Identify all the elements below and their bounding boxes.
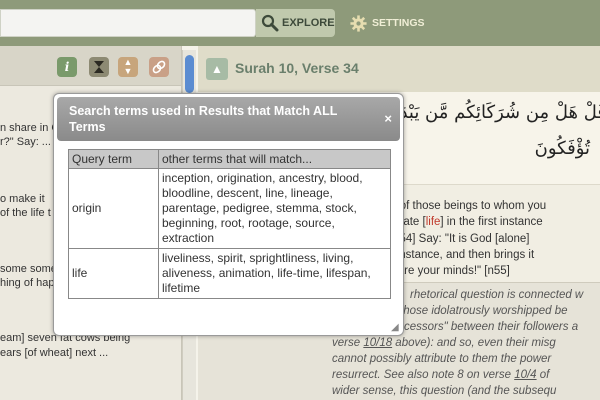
scrollbar-thumb[interactable]: [185, 55, 194, 93]
note-line: wider sense, this question (and the subs…: [332, 385, 557, 397]
result-text: r?" Say: ...: [0, 136, 51, 148]
result-text: n share in G: [0, 122, 60, 134]
query-term-cell: life: [68, 248, 159, 299]
matching-terms-cell: inception, origination, ancestry, blood,…: [158, 168, 391, 249]
table-row: life liveliness, spirit, sprightliness, …: [68, 248, 391, 299]
column-header: Query term: [68, 149, 159, 169]
info-icon[interactable]: i: [57, 57, 77, 77]
search-terms-dialog: Search terms used in Results that Match …: [53, 93, 404, 336]
dialog-header[interactable]: Search terms used in Results that Match …: [57, 97, 400, 141]
table-row: origin inception, origination, ancestry,…: [68, 168, 391, 249]
note-line: those idolatrously worshipped be: [400, 305, 568, 317]
result-text: of the life t: [0, 207, 51, 219]
settings-label: SETTINGS: [372, 17, 425, 29]
matching-terms-cell: liveliness, spirit, sprightliness, livin…: [158, 248, 391, 299]
dialog-title: Search terms used in Results that Match …: [69, 104, 338, 134]
note-line: verse 10/18 above): and so, even their m…: [332, 337, 556, 349]
note-line: cannot possibly attribute to them the po…: [332, 353, 552, 365]
result-text: ears [of wheat] next ...: [0, 347, 109, 359]
link-icon[interactable]: [149, 57, 169, 77]
search-input[interactable]: [0, 9, 256, 37]
query-term-cell: origin: [68, 168, 159, 249]
settings-button[interactable]: SETTINGS: [350, 13, 425, 33]
note-line: cessors" between their followers a: [404, 321, 579, 333]
previous-verse-icon[interactable]: ▲: [206, 58, 228, 80]
column-header: other terms that will match...: [158, 149, 391, 169]
note-line: rhetorical question is connected w: [410, 289, 584, 301]
result-text: o make it: [0, 193, 45, 205]
table-header-row: Query term other terms that will match..…: [68, 149, 391, 169]
explore-button[interactable]: EXPLORE: [256, 9, 335, 37]
hourglass-icon[interactable]: [89, 57, 109, 77]
search-terms-table: Query term other terms that will match..…: [68, 149, 391, 299]
explore-label: EXPLORE: [282, 17, 335, 29]
verse-link[interactable]: 10/18: [363, 337, 392, 349]
resize-grip-icon[interactable]: ◢: [391, 323, 401, 333]
left-toolbar: i ▲ ▼: [0, 46, 181, 86]
verse-title: Surah 10, Verse 34: [235, 60, 359, 76]
result-text: hing of hap: [0, 277, 55, 289]
search-icon: [261, 14, 279, 32]
sort-updown-icon[interactable]: ▲ ▼: [118, 57, 138, 77]
verse-link[interactable]: 10/4: [514, 369, 536, 381]
arabic-line: تُؤْفَكُونَ: [534, 138, 590, 159]
verse-header: ▲ Surah 10, Verse 34: [198, 46, 600, 92]
highlighted-term: life: [425, 216, 441, 228]
top-bar: EXPLORE SETTINGS: [0, 0, 600, 46]
gear-icon: [350, 14, 367, 32]
note-line: resurrect. See also note 8 on verse 10/4…: [332, 369, 550, 381]
close-icon[interactable]: ×: [384, 111, 392, 126]
